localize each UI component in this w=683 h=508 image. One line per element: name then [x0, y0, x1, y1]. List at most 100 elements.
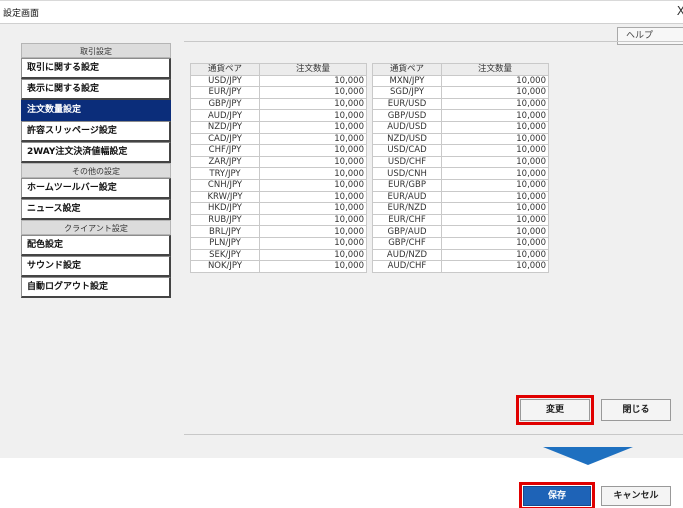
- order-quantity-cell[interactable]: 10,000: [259, 190, 367, 204]
- table-row: MXN/JPY 10,000: [372, 74, 549, 88]
- table-row: HKD/JPY 10,000: [190, 202, 367, 215]
- table-row: EUR/GBP 10,000: [372, 178, 549, 192]
- order-quantity-cell[interactable]: 10,000: [441, 132, 549, 146]
- sidebar-item[interactable]: 取引に関する設定: [21, 58, 171, 79]
- order-quantity-cell[interactable]: 10,000: [441, 155, 549, 169]
- order-quantity-cell[interactable]: 10,000: [441, 144, 549, 157]
- order-quantity-cell[interactable]: 10,000: [259, 236, 367, 250]
- order-quantity-cell[interactable]: 10,000: [441, 260, 549, 273]
- currency-pair-cell: MXN/JPY: [372, 74, 442, 88]
- table-row: AUD/JPY 10,000: [190, 109, 367, 122]
- table-row: CNH/JPY 10,000: [190, 178, 367, 192]
- currency-pair-cell: USD/JPY: [190, 74, 260, 88]
- table-row: AUD/USD 10,000: [372, 120, 549, 134]
- sidebar-item[interactable]: 表示に関する設定: [21, 79, 171, 100]
- currency-pair-cell: AUD/CHF: [372, 260, 442, 273]
- order-quantity-cell[interactable]: 10,000: [259, 202, 367, 215]
- currency-pair-cell: PLN/JPY: [190, 236, 260, 250]
- sidebar-item[interactable]: 自動ログアウト設定: [21, 277, 171, 298]
- column-header-qty: 注文数量: [441, 63, 549, 76]
- sidebar-item[interactable]: ニュース設定: [21, 199, 171, 220]
- currency-pair-cell: EUR/JPY: [190, 86, 260, 99]
- table-row: NZD/JPY 10,000: [190, 120, 367, 134]
- currency-pair-cell: SGD/JPY: [372, 86, 442, 99]
- table-row: CAD/JPY 10,000: [190, 132, 367, 146]
- order-quantity-cell[interactable]: 10,000: [441, 178, 549, 192]
- table-row: SGD/JPY 10,000: [372, 86, 549, 99]
- currency-pair-cell: CNH/JPY: [190, 178, 260, 192]
- order-quantity-cell[interactable]: 10,000: [259, 225, 367, 238]
- order-quantity-cell[interactable]: 10,000: [259, 260, 367, 273]
- currency-pair-cell: USD/CNH: [372, 167, 442, 180]
- order-quantity-cell[interactable]: 10,000: [259, 97, 367, 111]
- table-row: EUR/CHF 10,000: [372, 213, 549, 227]
- currency-pair-cell: ZAR/JPY: [190, 155, 260, 169]
- order-quantity-cell[interactable]: 10,000: [441, 248, 549, 262]
- sidebar-item[interactable]: 配色設定: [21, 235, 171, 256]
- save-button[interactable]: 保存: [519, 482, 595, 508]
- table-row: BRL/JPY 10,000: [190, 225, 367, 238]
- divider: [184, 41, 683, 42]
- order-quantity-cell[interactable]: 10,000: [259, 248, 367, 262]
- table-row: USD/JPY 10,000: [190, 74, 367, 88]
- order-quantity-cell[interactable]: 10,000: [259, 74, 367, 88]
- order-quantity-cell[interactable]: 10,000: [259, 144, 367, 157]
- currency-pair-cell: EUR/USD: [372, 97, 442, 111]
- change-button[interactable]: 変更: [516, 395, 594, 425]
- table-row: EUR/NZD 10,000: [372, 202, 549, 215]
- currency-pair-cell: KRW/JPY: [190, 190, 260, 204]
- sidebar-item[interactable]: 許容スリッページ設定: [21, 121, 171, 142]
- order-quantity-cell[interactable]: 10,000: [441, 225, 549, 238]
- order-quantity-cell[interactable]: 10,000: [441, 167, 549, 180]
- order-quantity-cell[interactable]: 10,000: [259, 109, 367, 122]
- order-quantity-cell[interactable]: 10,000: [441, 202, 549, 215]
- order-quantity-cell[interactable]: 10,000: [441, 86, 549, 99]
- table-row: GBP/JPY 10,000: [190, 97, 367, 111]
- order-quantity-cell[interactable]: 10,000: [441, 97, 549, 111]
- currency-pair-cell: AUD/JPY: [190, 109, 260, 122]
- currency-pair-cell: NOK/JPY: [190, 260, 260, 273]
- order-quantity-cell[interactable]: 10,000: [441, 109, 549, 122]
- column-header-qty: 注文数量: [259, 63, 367, 76]
- sidebar-item[interactable]: サウンド設定: [21, 256, 171, 277]
- sidebar-item[interactable]: 注文数量設定: [21, 100, 171, 121]
- sidebar-group-header: クライアント設定: [21, 220, 171, 235]
- currency-pair-cell: GBP/JPY: [190, 97, 260, 111]
- currency-pair-cell: AUD/USD: [372, 120, 442, 134]
- order-quantity-cell[interactable]: 10,000: [259, 120, 367, 134]
- order-quantity-cell[interactable]: 10,000: [441, 213, 549, 227]
- order-quantity-cell[interactable]: 10,000: [259, 155, 367, 169]
- currency-pair-cell: EUR/AUD: [372, 190, 442, 204]
- order-quantity-cell[interactable]: 10,000: [441, 120, 549, 134]
- order-quantity-cell[interactable]: 10,000: [441, 190, 549, 204]
- currency-pair-cell: CAD/JPY: [190, 132, 260, 146]
- table-row: GBP/USD 10,000: [372, 109, 549, 122]
- close-button[interactable]: 閉じる: [601, 399, 671, 421]
- help-button[interactable]: ヘルプ: [617, 27, 683, 45]
- table-row: TRY/JPY 10,000: [190, 167, 367, 180]
- cancel-button[interactable]: キャンセル: [601, 486, 671, 506]
- sidebar-item[interactable]: ホームツールバー設定: [21, 178, 171, 199]
- sidebar-item[interactable]: 2WAY注文決済値幅設定: [21, 142, 171, 163]
- table-row: USD/CAD 10,000: [372, 144, 549, 157]
- table-row: RUB/JPY 10,000: [190, 213, 367, 227]
- currency-pair-cell: AUD/NZD: [372, 248, 442, 262]
- currency-pair-cell: RUB/JPY: [190, 213, 260, 227]
- order-quantity-cell[interactable]: 10,000: [259, 132, 367, 146]
- table-row: EUR/JPY 10,000: [190, 86, 367, 99]
- currency-pair-cell: EUR/NZD: [372, 202, 442, 215]
- order-quantity-cell[interactable]: 10,000: [441, 74, 549, 88]
- order-quantity-cell[interactable]: 10,000: [259, 178, 367, 192]
- order-quantity-cell[interactable]: 10,000: [259, 86, 367, 99]
- order-quantity-cell[interactable]: 10,000: [259, 213, 367, 227]
- table-row: ZAR/JPY 10,000: [190, 155, 367, 169]
- order-quantity-cell[interactable]: 10,000: [259, 167, 367, 180]
- column-header-pair: 通貨ペア: [190, 63, 260, 76]
- order-quantity-cell[interactable]: 10,000: [441, 236, 549, 250]
- sidebar-group-header: その他の設定: [21, 163, 171, 178]
- currency-pair-cell: TRY/JPY: [190, 167, 260, 180]
- close-icon[interactable]: X: [677, 4, 683, 18]
- table-row: NOK/JPY 10,000: [190, 260, 367, 273]
- table-row: SEK/JPY 10,000: [190, 248, 367, 262]
- order-qty-table-left: 通貨ペア 注文数量 USD/JPY 10,000 EUR/JPY 10,000 GBP/…: [190, 63, 367, 273]
